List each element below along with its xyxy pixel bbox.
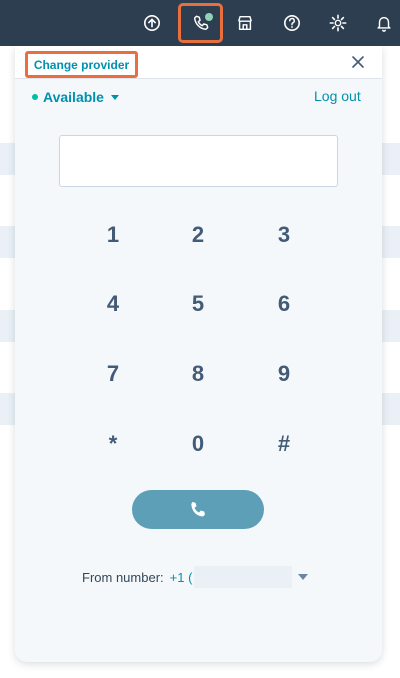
- availability-dropdown[interactable]: Available: [32, 88, 119, 106]
- keypad-key-7[interactable]: 7: [88, 356, 138, 392]
- keypad-key-2[interactable]: 2: [173, 217, 223, 253]
- phone-icon: [191, 501, 205, 516]
- from-number-prefix[interactable]: +1 (: [170, 570, 193, 585]
- marketplace-icon[interactable]: [233, 11, 257, 35]
- status-dot: [32, 94, 38, 100]
- chevron-down-icon: [110, 94, 119, 100]
- log-out-link[interactable]: Log out: [314, 88, 361, 106]
- keypad-key-3[interactable]: 3: [259, 217, 309, 253]
- keypad-key-5[interactable]: 5: [173, 286, 223, 322]
- keypad-key-4[interactable]: 4: [88, 286, 138, 322]
- keypad-key-8[interactable]: 8: [173, 356, 223, 392]
- redacted-number: [194, 566, 293, 588]
- top-navigation-bar: [0, 0, 400, 46]
- help-icon[interactable]: [280, 11, 304, 35]
- availability-label: Available: [43, 89, 104, 105]
- upgrade-icon[interactable]: [140, 11, 164, 35]
- keypad-key-6[interactable]: 6: [259, 286, 309, 322]
- call-button[interactable]: [132, 490, 264, 529]
- from-number-row: From number: +1 (: [82, 565, 309, 589]
- settings-icon[interactable]: [326, 11, 350, 35]
- notifications-icon[interactable]: [372, 11, 396, 35]
- phone-number-input[interactable]: [59, 135, 338, 187]
- change-provider-link[interactable]: Change provider: [25, 51, 138, 78]
- keypad-key-0[interactable]: 0: [173, 426, 223, 462]
- calling-panel: Change provider Available Log out 1 2 3 …: [15, 46, 382, 662]
- keypad-key-9[interactable]: 9: [259, 356, 309, 392]
- calling-button[interactable]: [178, 3, 223, 43]
- chevron-down-icon[interactable]: [298, 574, 309, 580]
- close-icon[interactable]: [350, 54, 366, 70]
- calling-status-dot: [205, 13, 213, 21]
- keypad-key-star[interactable]: *: [88, 426, 138, 462]
- keypad-key-hash[interactable]: #: [259, 426, 309, 462]
- panel-header: Change provider: [15, 46, 382, 79]
- keypad-key-1[interactable]: 1: [88, 217, 138, 253]
- from-number-label: From number:: [82, 569, 164, 585]
